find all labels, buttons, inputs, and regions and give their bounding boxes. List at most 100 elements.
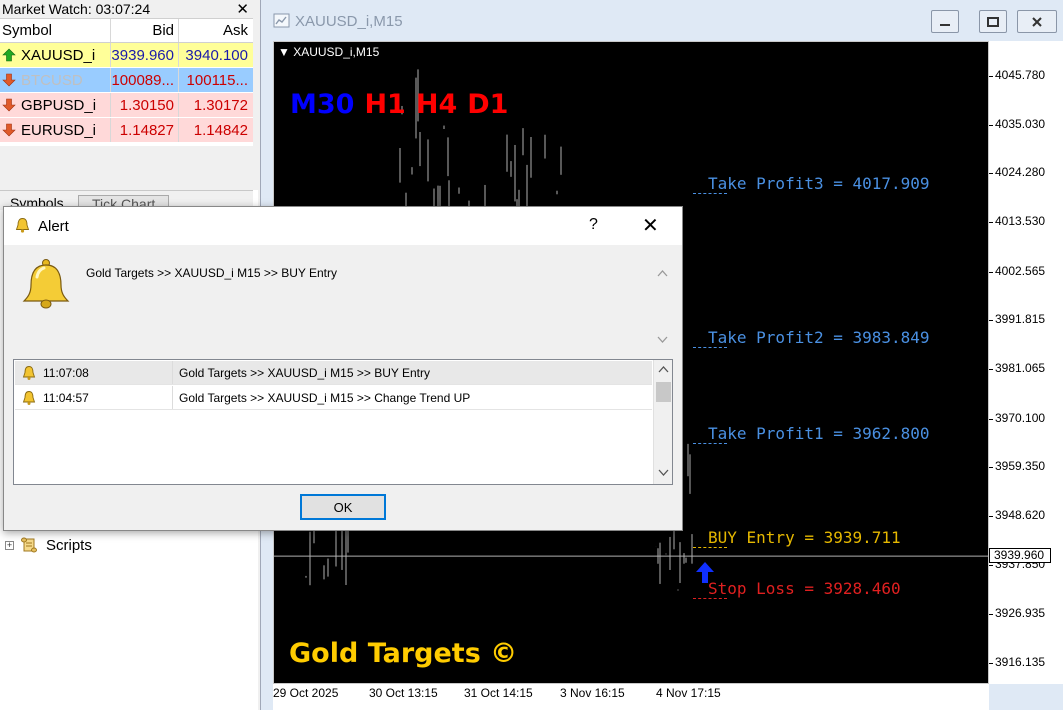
time-tick-label: 3 Nov 16:15 [560, 686, 625, 700]
help-button[interactable]: ? [589, 216, 598, 234]
ask-price: 1.14842 [178, 118, 253, 142]
current-price-label: 3939.960 [989, 548, 1051, 563]
time-tick-label: 30 Oct 13:15 [369, 686, 438, 700]
arrow-up-icon [2, 48, 16, 62]
time-tick-label: 4 Nov 17:15 [656, 686, 721, 700]
price-tick-mark [989, 515, 993, 517]
symbol-row-gbpusd[interactable]: GBPUSD_i 1.30150 1.30172 [0, 93, 253, 118]
symbol-name: BTCUSD [21, 71, 83, 89]
symbol-row-btcusd[interactable]: BTCUSD 100089... 100115... [0, 68, 253, 93]
price-tick-label: 4045.780 [995, 68, 1046, 82]
bell-icon [15, 218, 30, 233]
arrow-down-icon [2, 73, 16, 87]
market-watch-header: Symbol Bid Ask [0, 19, 253, 43]
price-tick-mark [989, 418, 993, 420]
ask-price: 3940.100 [178, 43, 253, 67]
price-axis[interactable]: 4045.780 4035.030 4024.280 4013.530 4002.565… [989, 41, 1063, 684]
timeframe-m30: M30 [290, 89, 355, 120]
price-tick-mark [989, 124, 993, 126]
minimize-icon [940, 23, 950, 26]
expand-icon[interactable]: + [5, 540, 14, 550]
price-tick-label: 4002.565 [995, 263, 1046, 278]
time-axis[interactable]: 29 Oct 2025 30 Oct 13:15 31 Oct 14:15 3 Nov… [273, 684, 989, 710]
symbol-name: GBPUSD_i [21, 96, 97, 114]
price-tick-mark [989, 76, 993, 77]
level-label: Take Profit3 = 4017.909 [708, 174, 930, 194]
timeframe-d1: D1 [467, 89, 509, 120]
chart-title-bar: XAUUSD_i,M15 [261, 0, 1063, 42]
timeframe-labels: M30 H1 H4 D1 [290, 89, 518, 120]
minimize-button[interactable] [931, 10, 959, 33]
price-tick-label: 3948.620 [995, 507, 1046, 522]
alert-message: Gold Targets >> XAUUSD_i M15 >> BUY Entr… [86, 266, 338, 280]
ask-price: 1.30172 [178, 93, 253, 117]
scrollbar-thumb[interactable] [656, 382, 671, 402]
symbol-name: EURUSD_i [21, 121, 97, 139]
scroll-up-icon[interactable] [654, 360, 673, 380]
list-scrollbar[interactable] [653, 360, 672, 484]
restore-button[interactable] [979, 10, 1007, 33]
entry-message: Gold Targets >> XAUUSD_i M15 >> BUY Entr… [179, 366, 431, 380]
navigator-item-label: Scripts [46, 536, 92, 554]
alert-history-list: 11:07:08 Gold Targets >> XAUUSD_i M15 >>… [13, 359, 673, 485]
navigator-item-scripts[interactable]: + Scripts [5, 535, 92, 555]
price-tick-label: 3959.350 [995, 459, 1046, 474]
level-label: Take Profit1 = 3962.800 [708, 423, 930, 443]
arrow-down-icon [2, 98, 16, 112]
symbol-row-eurusd[interactable]: EURUSD_i 1.14827 1.14842 [0, 118, 253, 143]
bid-price: 3939.960 [110, 43, 178, 67]
market-watch-title-bar: Market Watch: 03:07:24 ✕ [0, 0, 253, 19]
brand-label: Gold Targets © [289, 638, 518, 669]
message-scrollbar[interactable] [654, 264, 671, 349]
bell-icon [22, 365, 36, 380]
level-line [693, 598, 727, 600]
market-watch-title: Market Watch: 03:07:24 [2, 1, 151, 17]
close-button[interactable] [1017, 10, 1057, 33]
level-line [693, 547, 727, 549]
price-tick-mark [989, 369, 993, 370]
scroll-down-icon[interactable] [654, 462, 673, 482]
ok-button[interactable]: OK [300, 494, 386, 520]
price-tick-label: 3916.135 [995, 655, 1046, 669]
close-icon[interactable]: ✕ [236, 0, 249, 19]
column-header-symbol[interactable]: Symbol [0, 19, 110, 42]
price-tick-label: 3970.100 [995, 410, 1046, 425]
timeframe-h4: H4 [415, 89, 458, 120]
bell-icon [22, 259, 70, 309]
bell-icon [22, 390, 36, 405]
list-item[interactable]: 11:04:57 Gold Targets >> XAUUSD_i M15 >>… [15, 386, 652, 410]
symbol-name: XAUUSD_i [21, 46, 96, 64]
price-tick-mark [989, 222, 993, 224]
ask-price: 100115... [178, 68, 253, 92]
restore-icon [987, 16, 999, 27]
entry-time: 11:07:08 [43, 365, 89, 380]
time-tick-label: 31 Oct 14:15 [464, 686, 533, 700]
price-tick-mark [989, 564, 993, 566]
entry-message: Gold Targets >> XAUUSD_i M15 >> Change T… [179, 391, 471, 405]
entry-time: 11:04:57 [43, 390, 89, 405]
market-watch-panel: Market Watch: 03:07:24 ✕ Symbol Bid Ask … [0, 0, 253, 146]
close-button[interactable]: ✕ [642, 213, 659, 238]
column-header-bid[interactable]: Bid [110, 19, 178, 42]
price-tick-label: 3926.935 [995, 606, 1046, 621]
close-icon [1032, 16, 1042, 27]
alert-dialog: Alert ? ✕ Gold Targets >> XAUUSD_i M15 >… [3, 206, 683, 531]
chart-window-title: XAUUSD_i,M15 [295, 13, 403, 30]
level-label: Take Profit2 = 3983.849 [708, 328, 930, 348]
price-tick-label: 3981.065 [995, 361, 1046, 375]
timeframe-h1: H1 [364, 89, 406, 120]
price-tick-mark [989, 271, 993, 273]
price-tick-mark [989, 320, 993, 322]
price-tick-mark [989, 467, 993, 469]
price-tick-label: 4024.280 [995, 165, 1046, 180]
price-tick-label: 4013.530 [995, 214, 1046, 229]
price-tick-label: 4035.030 [995, 116, 1046, 131]
column-header-ask[interactable]: Ask [178, 19, 253, 42]
bid-price: 1.14827 [110, 118, 178, 142]
level-line [693, 193, 727, 195]
arrow-down-icon [2, 123, 16, 137]
price-tick-label: 3991.815 [995, 312, 1046, 327]
alert-title-bar: Alert ? ✕ [4, 207, 682, 245]
list-item[interactable]: 11:07:08 Gold Targets >> XAUUSD_i M15 >>… [15, 361, 652, 385]
symbol-row-xauusd[interactable]: XAUUSD_i 3939.960 3940.100 [0, 43, 253, 68]
